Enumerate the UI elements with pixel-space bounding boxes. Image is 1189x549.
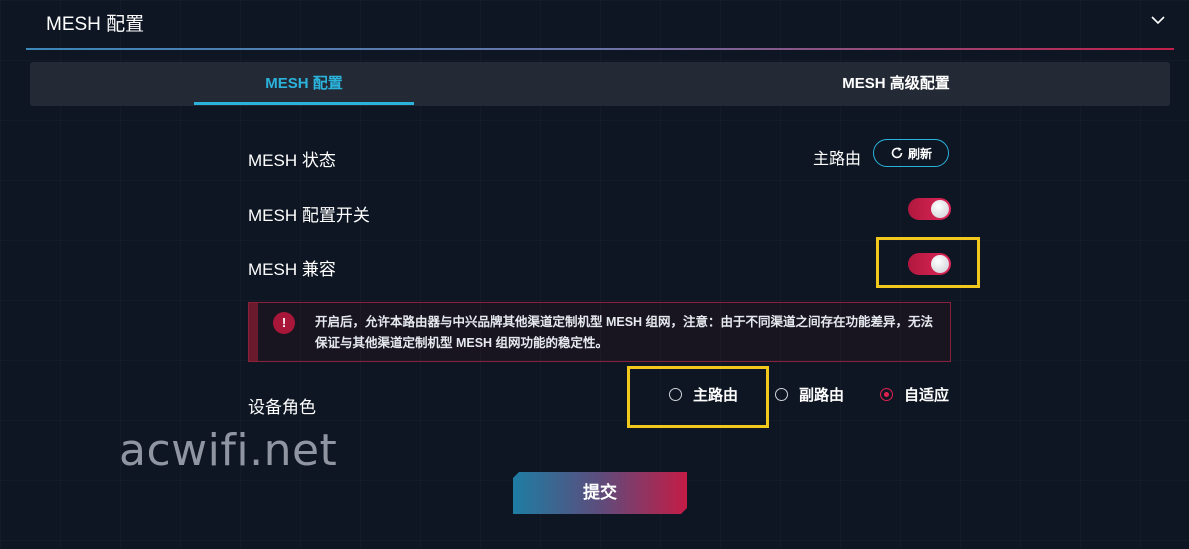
device-role-label: 设备角色 <box>248 398 316 417</box>
mesh-status-value: 主路由 <box>813 151 862 168</box>
section-title: MESH 配置 <box>46 14 145 35</box>
toggle-knob <box>931 200 949 218</box>
radio-secondary-router[interactable]: 副路由 <box>775 384 844 405</box>
radio-circle <box>775 388 788 401</box>
radio-label: 副路由 <box>799 387 845 404</box>
refresh-button[interactable]: 刷新 <box>873 139 949 167</box>
chevron-down-icon[interactable] <box>1149 11 1167 29</box>
watermark: acwifi.net <box>119 425 338 476</box>
submit-button[interactable]: 提交 <box>513 472 687 514</box>
tab-mesh-advanced-config[interactable]: MESH 高级配置 <box>796 62 996 106</box>
mesh-compat-label: MESH 兼容 <box>248 260 336 279</box>
highlight-box-compat <box>876 237 980 288</box>
refresh-icon <box>891 147 903 159</box>
refresh-button-label: 刷新 <box>907 146 932 161</box>
active-tab-indicator <box>194 102 414 105</box>
radio-adaptive[interactable]: 自适应 <box>880 384 949 405</box>
mesh-config-toggle[interactable] <box>908 198 951 220</box>
warning-text: 开启后，允许本路由器与中兴品牌其他渠道定制机型 MESH 组网，注意：由于不同渠… <box>315 315 934 350</box>
radio-label: 自适应 <box>904 387 950 404</box>
warning-icon: ! <box>273 312 295 334</box>
mesh-status-label: MESH 状态 <box>248 151 336 170</box>
warning-notice: ! 开启后，允许本路由器与中兴品牌其他渠道定制机型 MESH 组网，注意：由于不… <box>248 302 951 362</box>
tab-mesh-config[interactable]: MESH 配置 <box>194 62 414 106</box>
section-divider <box>26 48 1174 50</box>
tab-bar: MESH 配置 MESH 高级配置 <box>30 62 1170 106</box>
radio-circle-selected <box>880 388 893 401</box>
mesh-config-switch-label: MESH 配置开关 <box>248 206 370 225</box>
highlight-box-role <box>627 366 769 428</box>
warning-accent-bar <box>249 303 258 361</box>
